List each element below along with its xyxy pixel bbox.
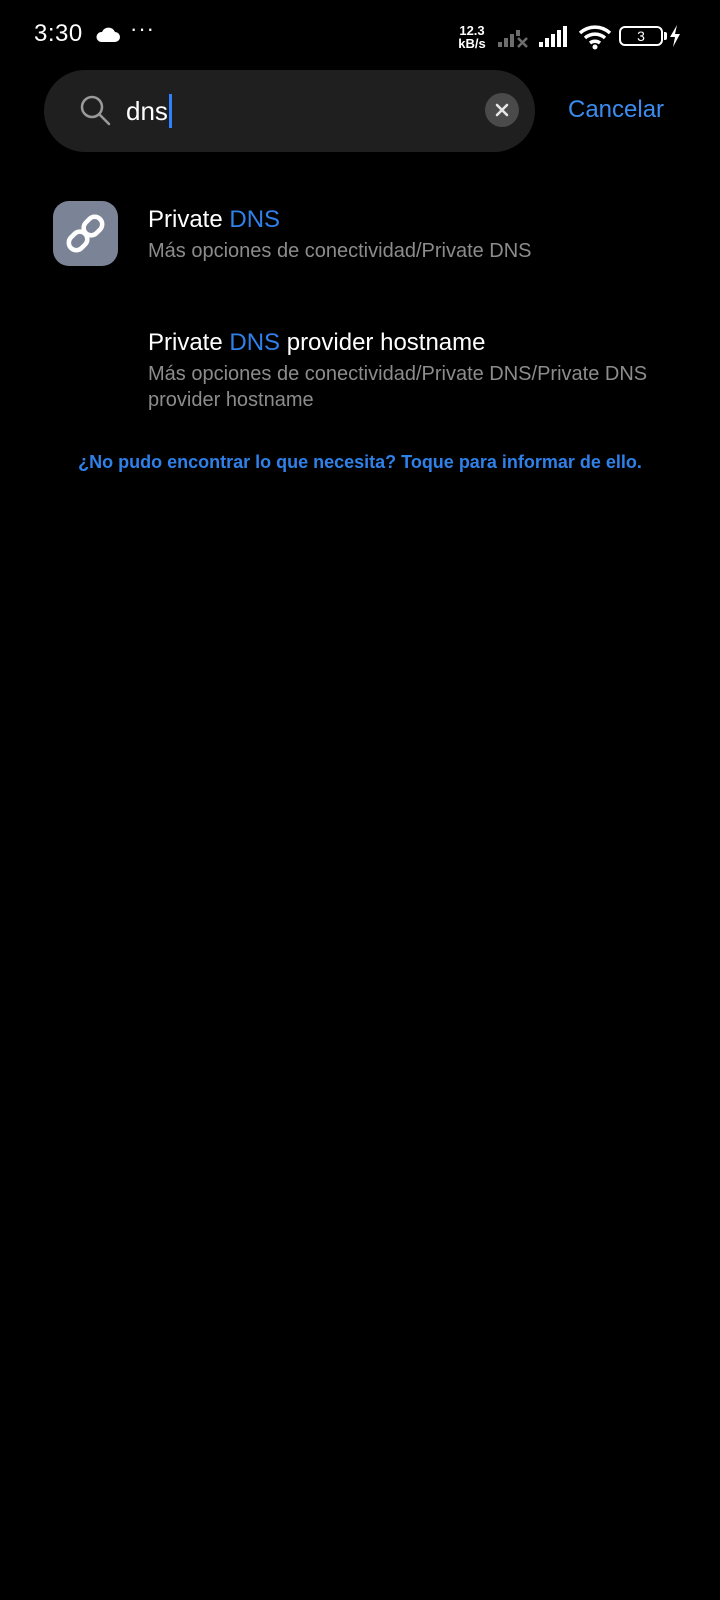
signal-off-icon (498, 30, 528, 48)
result-title-highlight: DNS (229, 206, 281, 233)
battery-icon: 3 (619, 26, 663, 46)
status-bar: 3:30 ··· 12.3 kB/s 3 (0, 0, 720, 72)
battery-level: 3 (637, 28, 645, 44)
link-icon (66, 214, 105, 253)
result-title-suffix: provider hostname (280, 329, 486, 356)
result-icon-tile (53, 201, 118, 266)
network-speed-unit: kB/s (458, 36, 486, 51)
more-notifications-icon: ··· (130, 16, 155, 41)
result-path: Más opciones de conectividad/Private DNS… (148, 363, 648, 411)
search-result-private-dns-hostname[interactable]: Private DNS provider hostname Más opcion… (0, 324, 720, 424)
cancel-button[interactable]: Cancelar (568, 96, 664, 124)
network-speed: 12.3 kB/s (452, 24, 492, 50)
clear-icon (495, 103, 509, 117)
wifi-icon (578, 25, 612, 50)
result-path: Más opciones de conectividad/Private DNS (148, 240, 532, 262)
cloud-icon (96, 27, 120, 42)
search-icon (80, 95, 111, 126)
charging-bolt-icon (670, 25, 680, 47)
clear-search-button[interactable] (485, 93, 519, 127)
text-cursor (168, 94, 172, 128)
signal-icon (539, 26, 567, 47)
result-title-highlight: DNS (229, 329, 281, 356)
result-title: Private DNS (148, 206, 280, 234)
search-bar[interactable]: dns (44, 70, 535, 152)
search-result-private-dns[interactable]: Private DNS Más opciones de conectividad… (0, 201, 720, 291)
battery-cap (664, 32, 667, 40)
report-missing-result-link[interactable]: ¿No pudo encontrar lo que necesita? Toqu… (0, 452, 720, 473)
search-input[interactable]: dns (126, 90, 456, 132)
status-time: 3:30 (34, 20, 83, 47)
search-query: dns (126, 95, 168, 126)
result-title-text: Private (148, 329, 230, 356)
result-title-text: Private (148, 206, 230, 233)
result-title: Private DNS provider hostname (148, 329, 486, 357)
